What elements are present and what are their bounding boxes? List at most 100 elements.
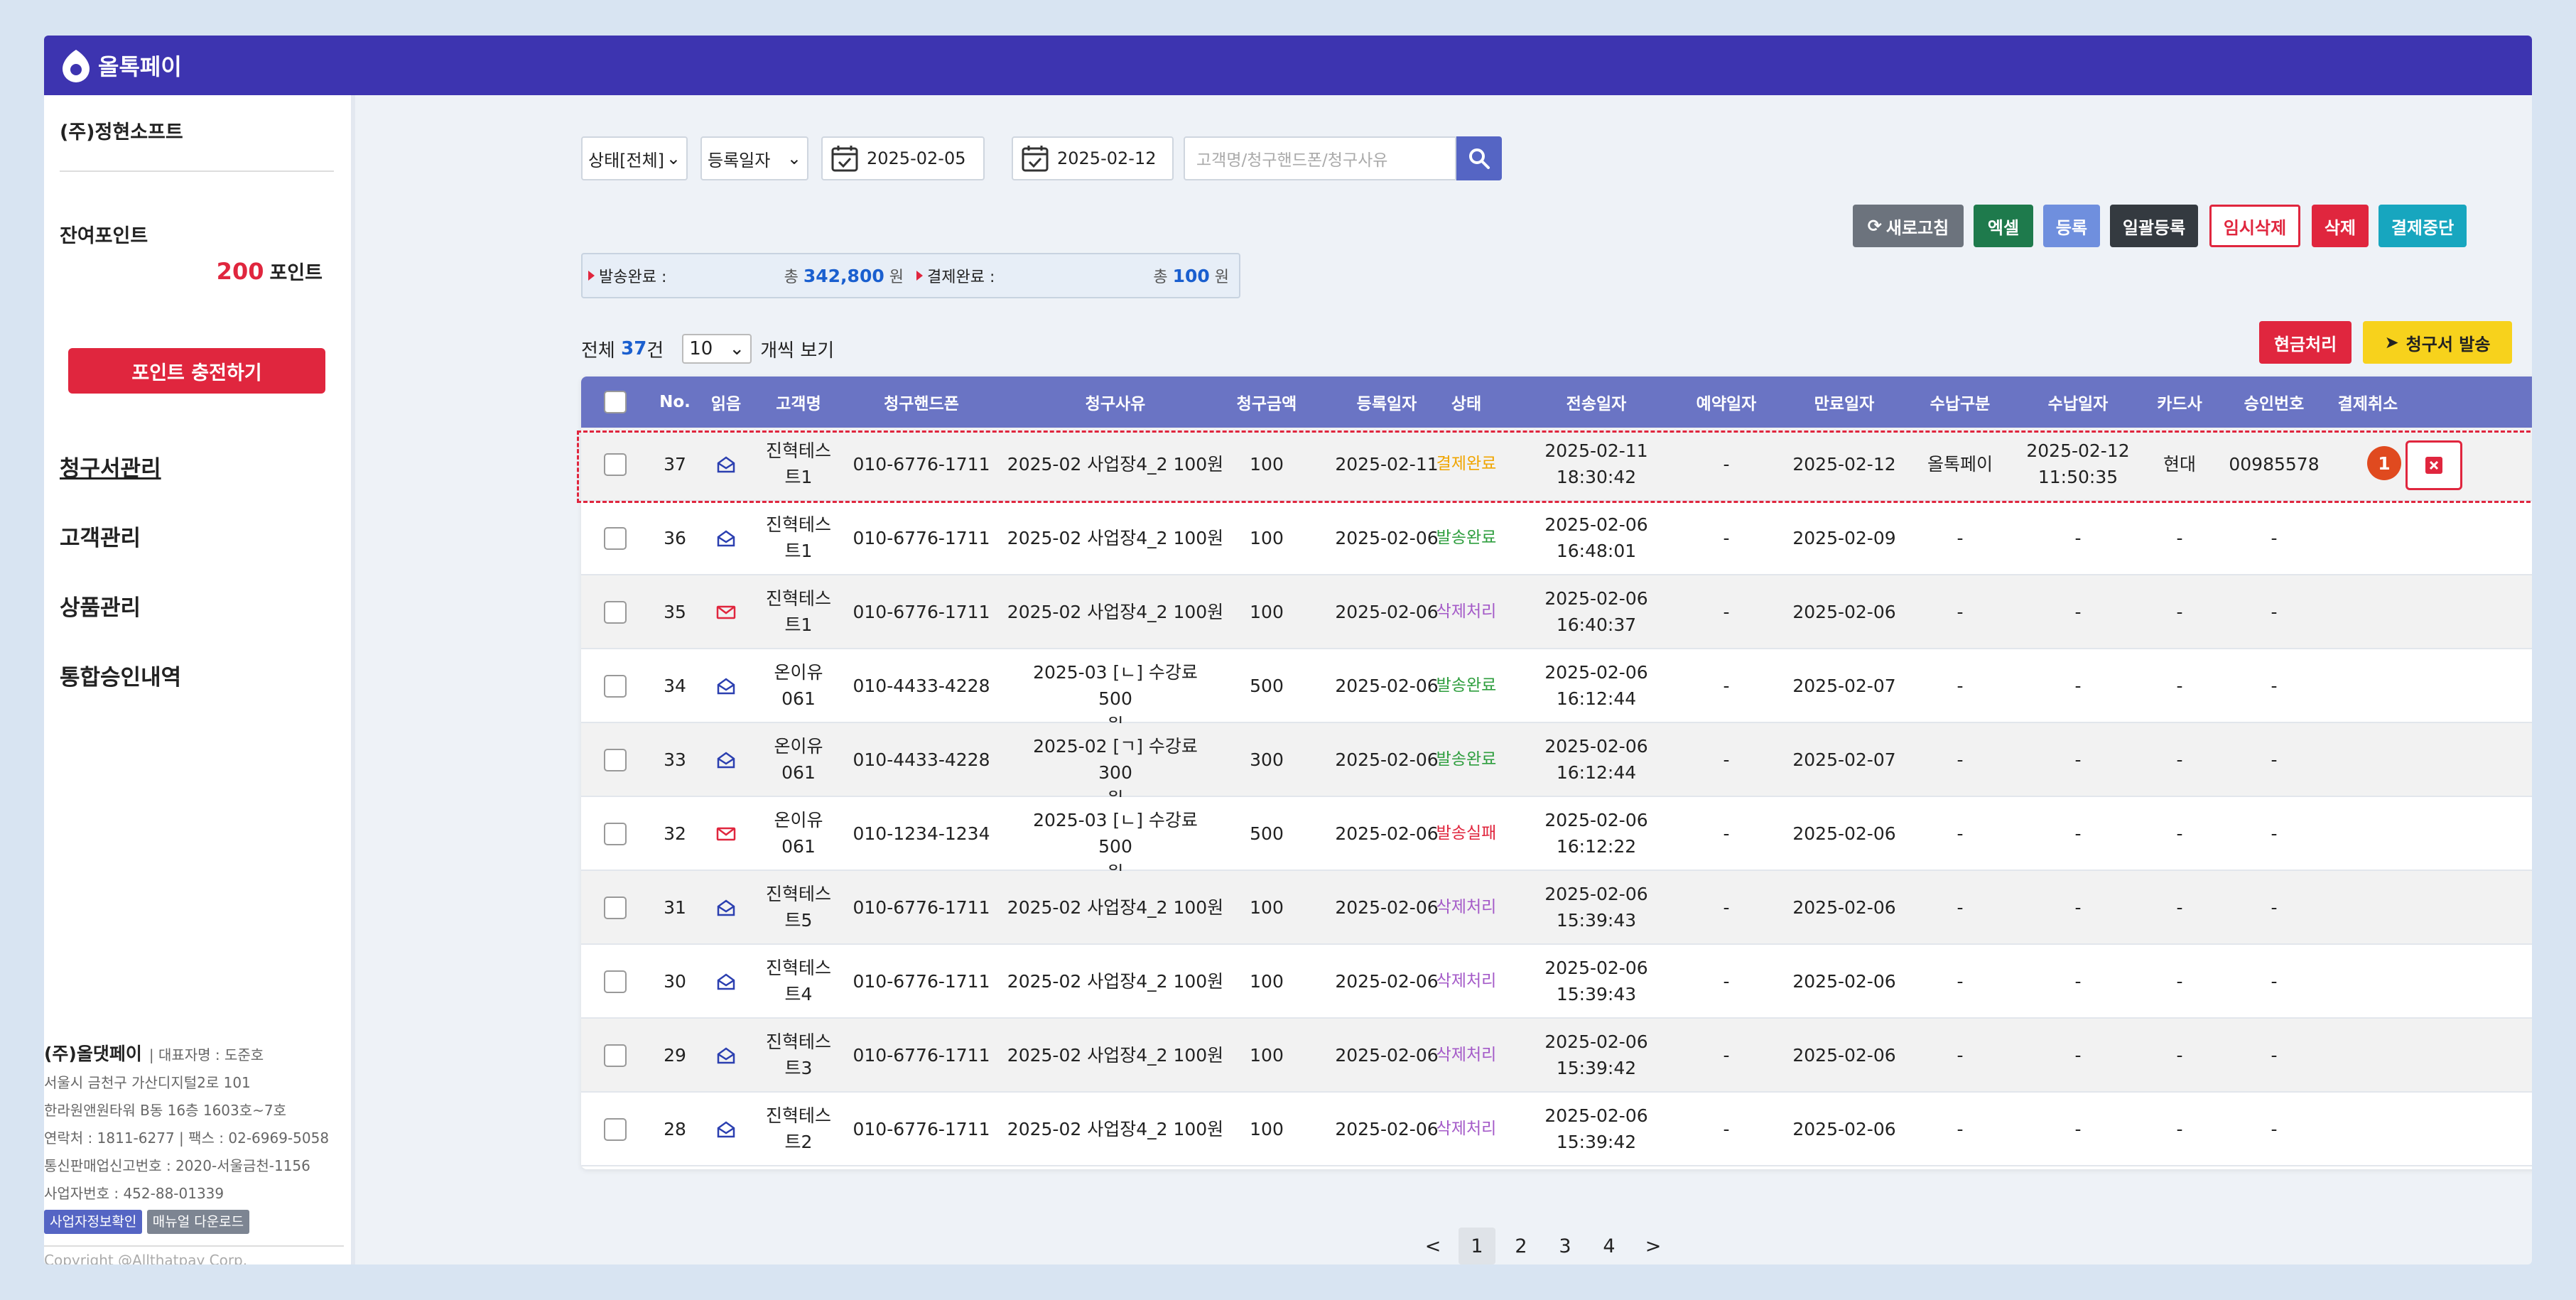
charge-points-button[interactable]: 포인트 충전하기	[68, 348, 325, 394]
table-row[interactable]: 34 온이유 061 010-4433-4228 2025-03 [ㄴ] 수강료 500…	[581, 649, 2532, 735]
cell-pay-type: -	[1957, 823, 1964, 844]
cash-button[interactable]: 현금처리	[2259, 321, 2352, 364]
footer-address1: 서울시 금천구 가산디지털2로 101	[44, 1074, 251, 1091]
row-checkbox[interactable]	[604, 502, 627, 575]
envelope-open-icon	[716, 871, 736, 945]
date-to-input[interactable]: 2025-02-12	[1012, 136, 1174, 180]
table-row[interactable]: 29 진혁테스 트3 010-6776-1711 2025-02 사업장4_2 100원…	[581, 1019, 2532, 1093]
send-invoice-button[interactable]: ➤ 청구서 발송	[2363, 321, 2512, 364]
app-title[interactable]: 올톡페이	[98, 49, 182, 82]
cell-no: 32	[664, 823, 686, 844]
register-button[interactable]: 등록	[2043, 205, 2100, 247]
row-checkbox[interactable]	[604, 797, 627, 871]
sent-amount: 342,800	[803, 266, 884, 286]
cell-sent-date: 2025-02-06 15:39:43	[1544, 958, 1648, 1004]
header-col-status: 상태	[1451, 395, 1482, 413]
sidebar-item-approvals[interactable]: 통합승인내역	[60, 659, 181, 691]
cell-reg-date: 2025-02-06	[1335, 823, 1439, 844]
row-checkbox[interactable]	[604, 723, 627, 797]
cell-customer: 진혁테스 트5	[765, 884, 832, 931]
table-row[interactable]: 28 진혁테스 트2 010-6776-1711 2025-02 사업장4_2 100원…	[581, 1093, 2532, 1166]
cell-card: -	[2176, 1119, 2183, 1139]
search-button[interactable]	[1456, 136, 1502, 180]
table-row[interactable]: 35 진혁테스 트1 010-6776-1711 2025-02 사업장4_2 100원…	[581, 575, 2532, 649]
next-page-button[interactable]: >	[1635, 1228, 1672, 1264]
biz-info-button[interactable]: 사업자정보확인	[44, 1210, 143, 1234]
search-input[interactable]: 고객명/청구핸드폰/청구사유	[1184, 136, 1456, 180]
table-row[interactable]: 36 진혁테스 트1 010-6776-1711 2025-02 사업장4_2 100원…	[581, 502, 2532, 575]
table-row[interactable]: 31 진혁테스 트5 010-6776-1711 2025-02 사업장4_2 100원…	[581, 871, 2532, 945]
header-col-read: 읽음	[710, 395, 742, 413]
cell-amount: 100	[1250, 1119, 1284, 1139]
table-row[interactable]: 32 온이유 061 010-1234-1234 2025-03 [ㄴ] 수강료 500…	[581, 797, 2532, 883]
cell-reg-date: 2025-02-06	[1335, 971, 1439, 992]
cell-expire-date: 2025-02-06	[1792, 971, 1896, 992]
triangle-icon	[588, 271, 595, 281]
cell-pay-type: -	[1957, 1045, 1964, 1066]
cell-status: 삭제처리	[1436, 602, 1497, 621]
table-row[interactable]: 37 진혁테스 트1 010-6776-1711 2025-02 사업장4_2 100원…	[581, 428, 2532, 502]
cell-reason: 2025-02 사업장4_2 100원	[1007, 1119, 1224, 1139]
row-checkbox[interactable]	[604, 1019, 627, 1093]
page-size-suffix: 개씩 보기	[760, 340, 835, 362]
manual-download-button[interactable]: 매뉴얼 다운로드	[146, 1210, 250, 1234]
cell-customer: 진혁테스 트1	[765, 588, 832, 635]
top-bar: 올톡페이	[44, 36, 2532, 95]
page-size-select[interactable]: 10 ⌄	[682, 334, 752, 364]
refresh-label: 새로고침	[1885, 217, 1949, 238]
cell-pay-type: -	[1957, 602, 1964, 622]
sidebar-item-invoices[interactable]: 청구서관리	[60, 450, 161, 482]
excel-button[interactable]: 엑셀	[1974, 205, 2033, 247]
row-checkbox[interactable]	[604, 575, 627, 649]
cell-status: 발송완료	[1436, 529, 1497, 547]
cell-customer: 진혁테스 트1	[765, 440, 832, 487]
row-checkbox[interactable]	[604, 945, 627, 1019]
prev-page-button[interactable]: <	[1414, 1228, 1451, 1264]
cell-pay-type: -	[1957, 749, 1964, 770]
cell-status: 삭제처리	[1436, 1120, 1497, 1138]
cell-phone: 010-6776-1711	[853, 971, 990, 992]
row-checkbox[interactable]	[604, 649, 627, 723]
table-header: No. 읽음 고객명 청구핸드폰 청구사유 청구금액 등록일자 상태 전송일자 예약일자 만료일자 수…	[581, 377, 2532, 428]
cell-phone: 010-4433-4228	[853, 749, 990, 770]
cell-reserve-date: -	[1723, 971, 1730, 992]
table-row[interactable]: 30 진혁테스 트4 010-6776-1711 2025-02 사업장4_2 100원…	[581, 945, 2532, 1019]
page-3-button[interactable]: 3	[1547, 1228, 1584, 1264]
delete-button[interactable]: 삭제	[2312, 205, 2369, 247]
cell-pay-date: -	[2074, 823, 2082, 844]
cell-amount: 100	[1250, 1045, 1284, 1066]
bulk-register-button[interactable]: 일괄등록	[2110, 205, 2198, 247]
cell-reg-date: 2025-02-11	[1335, 454, 1439, 475]
table-row[interactable]: 33 온이유 061 010-4433-4228 2025-02 [ㄱ] 수강료 300…	[581, 723, 2532, 809]
select-all-checkbox[interactable]	[604, 377, 627, 428]
payment-cancel-button[interactable]	[2405, 440, 2462, 490]
envelope-open-icon	[716, 1019, 736, 1093]
row-checkbox[interactable]	[604, 871, 627, 945]
footer-telecom: 통신판매업신고번호 : 2020-서울금천-1156	[44, 1157, 310, 1174]
paid-unit: 원	[1214, 269, 1229, 286]
stop-payment-button[interactable]: 결제중단	[2379, 205, 2467, 247]
cell-phone: 010-6776-1711	[853, 897, 990, 918]
row-checkbox[interactable]	[604, 1093, 627, 1166]
page-4-button[interactable]: 4	[1591, 1228, 1628, 1264]
page-1-button[interactable]: 1	[1459, 1228, 1495, 1264]
temp-delete-button[interactable]: 임시삭제	[2209, 205, 2300, 247]
date-from-input[interactable]: 2025-02-05	[821, 136, 985, 180]
cell-sent-date: 2025-02-06 16:12:22	[1544, 810, 1648, 857]
cell-card: -	[2176, 602, 2183, 622]
date-type-select[interactable]: 등록일자 ⌄	[700, 136, 808, 180]
refresh-button[interactable]: ⟳ 새로고침	[1853, 205, 1964, 247]
date-type-value: 등록일자	[708, 150, 771, 170]
cell-reserve-date: -	[1723, 676, 1730, 696]
total-prefix: 전체	[581, 340, 615, 362]
row-checkbox[interactable]	[604, 428, 627, 502]
cell-sent-date: 2025-02-06 16:12:44	[1544, 736, 1648, 783]
header-col-customer: 고객명	[776, 395, 821, 413]
sidebar-item-products[interactable]: 상품관리	[60, 590, 141, 622]
send-invoice-label: 청구서 발송	[2405, 334, 2491, 354]
status-select[interactable]: 상태[전체] ⌄	[581, 136, 688, 180]
cell-amount: 100	[1250, 897, 1284, 918]
sidebar-item-customers[interactable]: 고객관리	[60, 520, 141, 552]
page-2-button[interactable]: 2	[1503, 1228, 1539, 1264]
pagination: <1 2 3 4 >	[1401, 1226, 1685, 1264]
